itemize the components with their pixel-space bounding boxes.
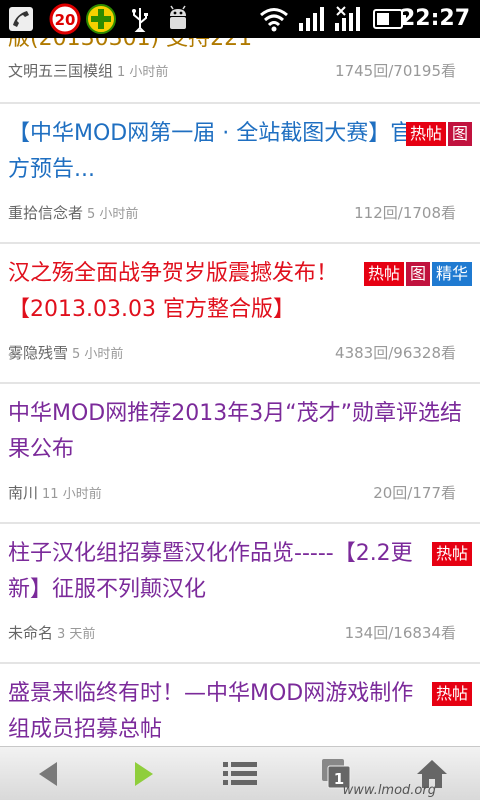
forward-button[interactable] [96,747,192,801]
thread-author: 南川 11 小时前 [8,484,102,502]
thread-stats: 1745回/70195看 [335,62,456,80]
thread-title: 【中华MOD网第一届 · 全站截图大赛】官方预告... [8,121,413,182]
forward-arrow-icon [135,762,153,786]
thread-title: 汉之殇全面战争贺岁版震撼发布！【2013.03.03 官方整合版】 [8,261,339,322]
signal-icon [296,3,326,35]
wifi-icon [258,3,290,35]
thread-badges: 热帖 图 精华 [362,262,472,286]
thread-list[interactable]: 版(20130301) 支持221 文明五三国模组 1 小时前 1745回/701… [0,38,480,746]
thread-stats: 4383回/96328看 [335,344,456,362]
thread-time: 1 小时前 [117,65,169,80]
thread-time: 11 小时前 [42,487,102,502]
thread-item-partial[interactable]: 版(20130301) 支持221 文明五三国模组 1 小时前 1745回/701… [0,38,480,104]
thread-author: 雾隐残雪 5 小时前 [8,344,124,362]
thread-stats: 134回/16834看 [344,624,456,642]
image-badge: 图 [447,122,472,146]
thread-badges: 热帖 图 [404,122,472,146]
hot-badge: 热帖 [431,542,472,566]
hot-badge: 热帖 [405,122,446,146]
thread-stats: 20回/177看 [373,484,456,502]
thread-item[interactable]: 【中华MOD网第一届 · 全站截图大赛】官方预告... 热帖 图 重拾信念者 5 … [0,104,480,244]
essence-badge: 精华 [431,262,472,286]
hot-badge: 热帖 [431,682,472,706]
image-badge: 图 [405,262,430,286]
thread-time: 5 小时前 [72,347,124,362]
notification-badge-icon: 20 [48,3,82,35]
menu-button[interactable] [192,747,288,801]
watermark: www.lmod.org [342,783,436,798]
thread-author: 重拾信念者 5 小时前 [8,204,139,222]
thread-item[interactable]: 中华MOD网推荐2013年3月“茂才”勋章评选结果公布 南川 11 小时前 20回… [0,384,480,524]
android-debug-icon [164,3,192,35]
thread-time: 5 小时前 [87,207,139,222]
thread-author: 文明五三国模组 1 小时前 [8,62,169,80]
thread-author: 未命名 3 天前 [8,624,96,642]
usb-icon [126,3,154,35]
thread-badges: 热帖 [430,542,472,566]
hot-badge: 热帖 [363,262,404,286]
back-arrow-icon [39,762,57,786]
thread-stats: 112回/1708看 [354,204,456,222]
clock: 22:27 [399,6,470,31]
signal-3g-icon [332,3,366,35]
thread-title: 中华MOD网推荐2013年3月“茂才”勋章评选结果公布 [8,401,463,462]
thread-badges: 热帖 [430,682,472,706]
missed-call-icon [6,3,36,35]
thread-title: 版(20130301) 支持221 [8,38,253,51]
thread-item[interactable]: 柱子汉化组招募暨汉化作品览-----【2.2更新】征服不列颠汉化 热帖 未命名 3… [0,524,480,664]
thread-title: 盛景来临终有时！—中华MOD网游戏制作组成员招募总帖 [8,681,414,742]
back-button[interactable] [0,747,96,801]
thread-title: 柱子汉化组招募暨汉化作品览-----【2.2更新】征服不列颠汉化 [8,541,413,602]
thread-item[interactable]: 汉之殇全面战争贺岁版震撼发布！【2013.03.03 官方整合版】 热帖 图 精… [0,244,480,384]
thread-item[interactable]: 盛景来临终有时！—中华MOD网游戏制作组成员招募总帖 热帖 [0,664,480,746]
notification-count: 20 [55,11,76,29]
bottom-toolbar: 1 www.lmod.org [0,746,480,800]
status-bar: 20 22:27 [0,0,480,38]
add-icon [84,3,118,35]
menu-list-icon [223,762,257,785]
thread-time: 3 天前 [57,627,96,642]
